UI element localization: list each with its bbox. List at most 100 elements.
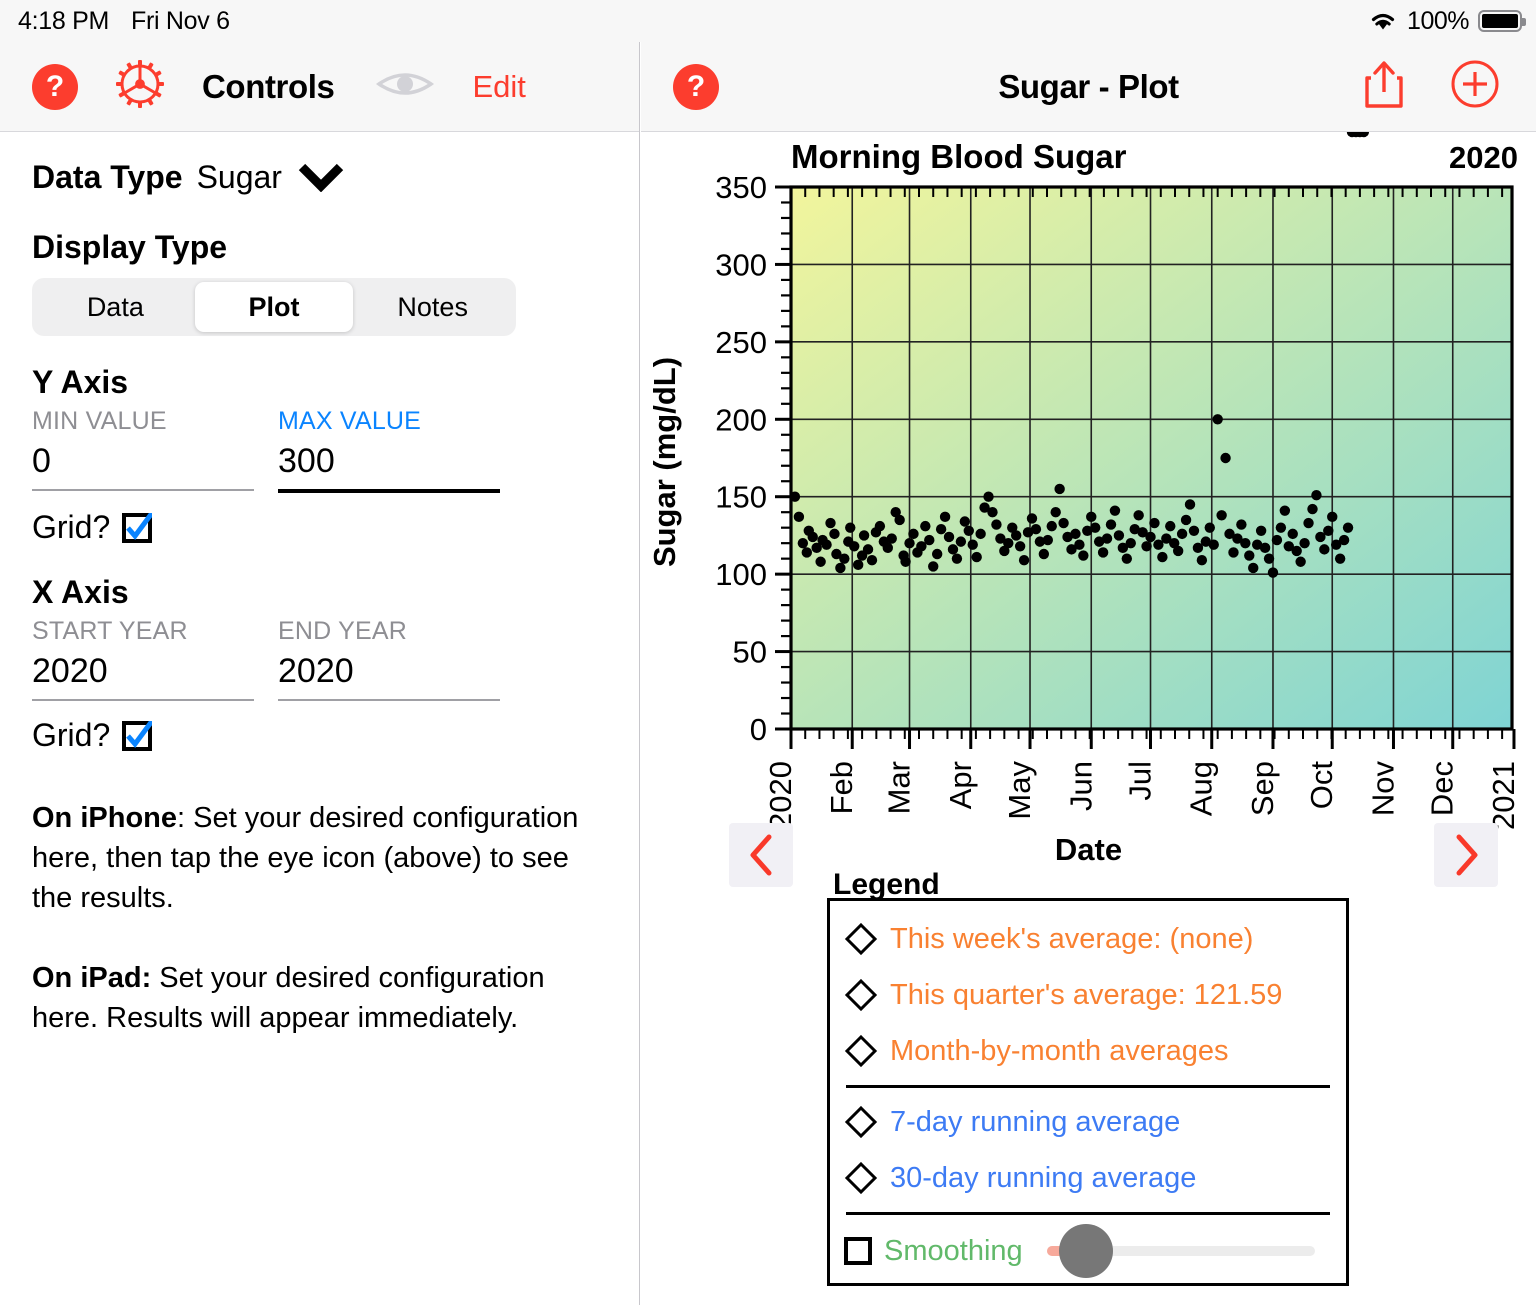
svg-text:350: 350 bbox=[715, 170, 767, 205]
controls-pane: ? Controls Edit Data Type Sugar Display … bbox=[0, 0, 640, 1305]
x-end-input[interactable]: 2020 bbox=[278, 646, 500, 701]
x-start-label: START YEAR bbox=[32, 617, 188, 645]
x-grid-row[interactable]: Grid? bbox=[32, 717, 608, 754]
legend-label-quarter-average: This quarter's average: 121.59 bbox=[890, 978, 1283, 1011]
edit-button[interactable]: Edit bbox=[472, 69, 525, 105]
next-period-button[interactable] bbox=[1434, 823, 1498, 887]
smoothing-label: Smoothing bbox=[884, 1234, 1023, 1267]
chart-container: Morning Blood Sugar 2020 Sugar (mg/dL) 0… bbox=[641, 132, 1536, 892]
help-text-ipad: On iPad: Set your desired configuration … bbox=[32, 958, 608, 1038]
y-grid-checkbox[interactable] bbox=[122, 511, 155, 543]
smoothing-row[interactable]: Smoothing bbox=[844, 1221, 1332, 1281]
data-type-row[interactable]: Data Type Sugar bbox=[32, 158, 608, 197]
legend-item-month-averages[interactable]: Month-by-month averages bbox=[844, 1023, 1332, 1079]
plot-navbar-actions bbox=[1364, 59, 1536, 114]
chevron-down-icon[interactable] bbox=[298, 162, 344, 197]
legend-label-30day-average: 30-day running average bbox=[890, 1161, 1197, 1194]
x-start-input[interactable]: 2020 bbox=[32, 646, 254, 701]
page-title: Controls bbox=[202, 67, 335, 105]
help-button-plot[interactable]: ? bbox=[673, 63, 719, 110]
plus-circle-icon[interactable] bbox=[1450, 59, 1500, 114]
y-grid-row[interactable]: Grid? bbox=[32, 509, 608, 546]
y-max-input[interactable]: 300 bbox=[278, 436, 500, 493]
battery-percent: 100% bbox=[1407, 6, 1469, 35]
legend-title: Legend bbox=[833, 868, 940, 901]
help-ipad-bold: On iPad: bbox=[32, 962, 152, 995]
x-axis-title: X Axis bbox=[32, 574, 129, 610]
y-max-label: MAX VALUE bbox=[278, 407, 422, 435]
diamond-icon bbox=[844, 978, 878, 1012]
chevron-left-icon bbox=[750, 834, 772, 876]
help-iphone-bold: On iPhone bbox=[32, 802, 177, 834]
prev-period-button[interactable] bbox=[729, 823, 793, 887]
controls-navbar: ? Controls Edit bbox=[0, 42, 639, 132]
svg-text:Sep: Sep bbox=[1245, 761, 1280, 816]
legend-item-7day-average[interactable]: 7-day running average bbox=[844, 1094, 1332, 1150]
tab-plot[interactable]: Plot bbox=[194, 282, 354, 332]
data-type-label: Data Type bbox=[32, 159, 183, 195]
svg-text:Jun: Jun bbox=[1063, 761, 1098, 811]
legend-label-7day-average: 7-day running average bbox=[890, 1105, 1181, 1138]
y-max-field[interactable]: MAX VALUE 300 bbox=[278, 407, 500, 493]
svg-text:Nov: Nov bbox=[1365, 761, 1400, 817]
diamond-icon bbox=[844, 1105, 878, 1139]
svg-text:100: 100 bbox=[715, 557, 767, 592]
data-type-value: Sugar bbox=[196, 159, 282, 195]
status-date: Fri Nov 6 bbox=[131, 6, 230, 35]
y-axis-fields: MIN VALUE 0 MAX VALUE 300 bbox=[32, 407, 608, 493]
smoothing-slider[interactable] bbox=[1046, 1224, 1315, 1278]
legend-divider-2 bbox=[846, 1212, 1330, 1215]
x-grid-label: Grid? bbox=[32, 717, 111, 753]
gear-icon[interactable] bbox=[114, 58, 166, 115]
svg-text:150: 150 bbox=[715, 480, 767, 515]
chevron-right-icon bbox=[1456, 834, 1478, 876]
x-axis-section: X Axis START YEAR 2020 END YEAR 2020 Gri… bbox=[32, 574, 608, 754]
x-end-label: END YEAR bbox=[278, 617, 407, 645]
y-min-input[interactable]: 0 bbox=[32, 436, 254, 491]
diamond-icon bbox=[844, 1161, 878, 1195]
battery-full-icon bbox=[1478, 10, 1526, 32]
svg-text:Mar: Mar bbox=[882, 761, 917, 814]
svg-text:Oct: Oct bbox=[1304, 761, 1339, 810]
y-axis-section: Y Axis MIN VALUE 0 MAX VALUE 300 Grid? bbox=[32, 364, 608, 546]
controls-panel: Data Type Sugar Display Type Data Plot N… bbox=[0, 132, 640, 1038]
diamond-icon bbox=[844, 1034, 878, 1068]
wifi-icon bbox=[1371, 13, 1395, 30]
y-min-label: MIN VALUE bbox=[32, 407, 167, 435]
svg-text:Jul: Jul bbox=[1123, 761, 1158, 801]
x-start-field[interactable]: START YEAR 2020 bbox=[32, 617, 254, 701]
display-type-segmented-control[interactable]: Data Plot Notes bbox=[32, 278, 516, 336]
plot-navbar: ? Sugar - Plot bbox=[641, 42, 1536, 132]
legend-item-quarter-average[interactable]: This quarter's average: 121.59 bbox=[844, 967, 1332, 1023]
svg-text:2020: 2020 bbox=[763, 761, 798, 830]
svg-text:250: 250 bbox=[715, 325, 767, 360]
x-end-field[interactable]: END YEAR 2020 bbox=[278, 617, 500, 701]
app-root: 4:18 PM Fri Nov 6 100% ? Controls Edit D… bbox=[0, 0, 1536, 1305]
display-type-label: Display Type bbox=[32, 229, 228, 265]
tab-notes[interactable]: Notes bbox=[353, 282, 512, 332]
y-axis-title: Y Axis bbox=[32, 364, 129, 400]
slider-knob[interactable] bbox=[1058, 1224, 1113, 1278]
legend-label-month-averages: Month-by-month averages bbox=[890, 1034, 1229, 1067]
svg-text:May: May bbox=[1002, 761, 1037, 820]
smoothing-checkbox[interactable] bbox=[844, 1237, 872, 1265]
svg-text:200: 200 bbox=[715, 402, 767, 437]
legend-label-week-average: This week's average: (none) bbox=[890, 922, 1254, 955]
svg-text:0: 0 bbox=[750, 712, 767, 747]
y-min-field[interactable]: MIN VALUE 0 bbox=[32, 407, 254, 493]
status-bar-left: 4:18 PM Fri Nov 6 bbox=[0, 7, 230, 36]
status-time: 4:18 PM bbox=[18, 6, 110, 35]
share-icon[interactable] bbox=[1364, 59, 1404, 114]
help-button[interactable]: ? bbox=[32, 63, 78, 110]
legend-box: This week's average: (none) This quarter… bbox=[827, 898, 1349, 1286]
diamond-icon bbox=[844, 922, 878, 956]
scatter-plot[interactable]: 0 50 100 150 200 250 300 350 2020 Feb Mar Apr May Jun… bbox=[641, 132, 1536, 832]
legend-item-30day-average[interactable]: 30-day running average bbox=[844, 1150, 1332, 1206]
eye-icon[interactable] bbox=[376, 67, 435, 106]
legend-item-week-average[interactable]: This week's average: (none) bbox=[844, 911, 1332, 967]
x-grid-checkbox[interactable] bbox=[122, 719, 155, 751]
svg-text:50: 50 bbox=[733, 635, 767, 670]
svg-text:300: 300 bbox=[715, 247, 767, 282]
tab-data[interactable]: Data bbox=[36, 282, 195, 332]
legend-divider-1 bbox=[846, 1085, 1330, 1088]
